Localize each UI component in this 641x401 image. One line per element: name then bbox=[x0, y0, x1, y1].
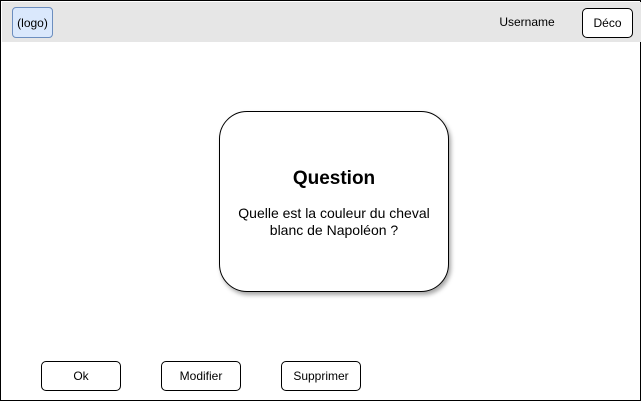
app-window: (logo) Username Déco Question Quelle est… bbox=[0, 0, 641, 401]
question-card: Question Quelle est la couleur du cheval… bbox=[219, 111, 449, 292]
ok-button[interactable]: Ok bbox=[41, 361, 121, 391]
username-label: Username bbox=[499, 15, 555, 29]
question-text: Quelle est la couleur du cheval blanc de… bbox=[238, 205, 430, 238]
question-title: Question bbox=[292, 168, 376, 189]
header-bar: (logo) Username Déco bbox=[2, 2, 641, 42]
modify-button[interactable]: Modifier bbox=[161, 361, 241, 391]
delete-button[interactable]: Supprimer bbox=[281, 361, 361, 391]
logo[interactable]: (logo) bbox=[12, 7, 53, 38]
logout-button[interactable]: Déco bbox=[582, 8, 633, 38]
